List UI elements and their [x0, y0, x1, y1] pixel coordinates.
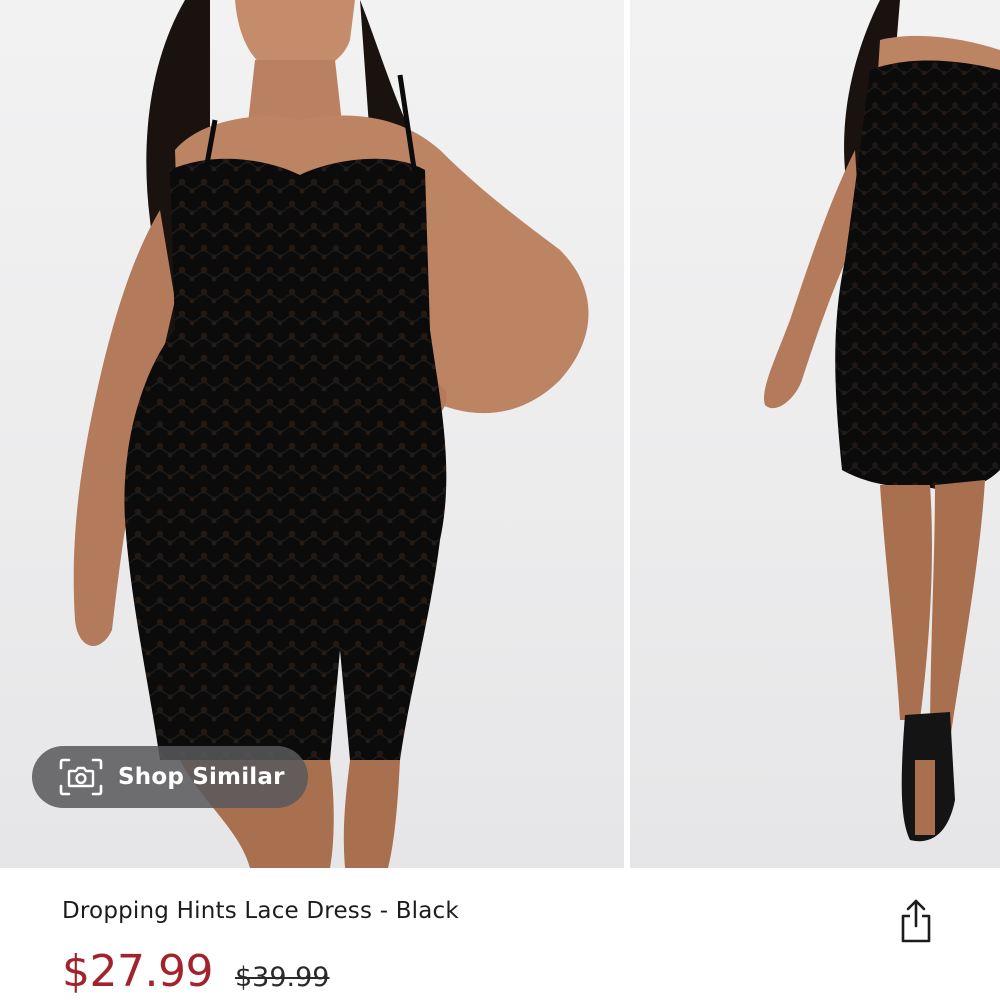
product-photo-1: [73, 0, 589, 868]
camera-icon: [58, 757, 104, 797]
shop-similar-label: Shop Similar: [118, 764, 285, 790]
product-title: Dropping Hints Lace Dress - Black: [62, 898, 459, 924]
original-price: $39.99: [234, 962, 330, 993]
product-photo-2: [764, 0, 1000, 842]
sale-price: $27.99: [62, 946, 213, 997]
share-icon: [901, 899, 931, 943]
product-image-1[interactable]: [0, 0, 624, 868]
product-page: Shop Similar Dropping Hints Lace Dress -…: [0, 0, 1000, 1000]
shop-similar-button[interactable]: Shop Similar: [32, 746, 308, 808]
share-button[interactable]: [896, 896, 936, 946]
price-row: $27.99 $39.99: [62, 946, 329, 997]
product-image-2[interactable]: [630, 0, 1000, 868]
product-image-carousel[interactable]: [0, 0, 1000, 868]
